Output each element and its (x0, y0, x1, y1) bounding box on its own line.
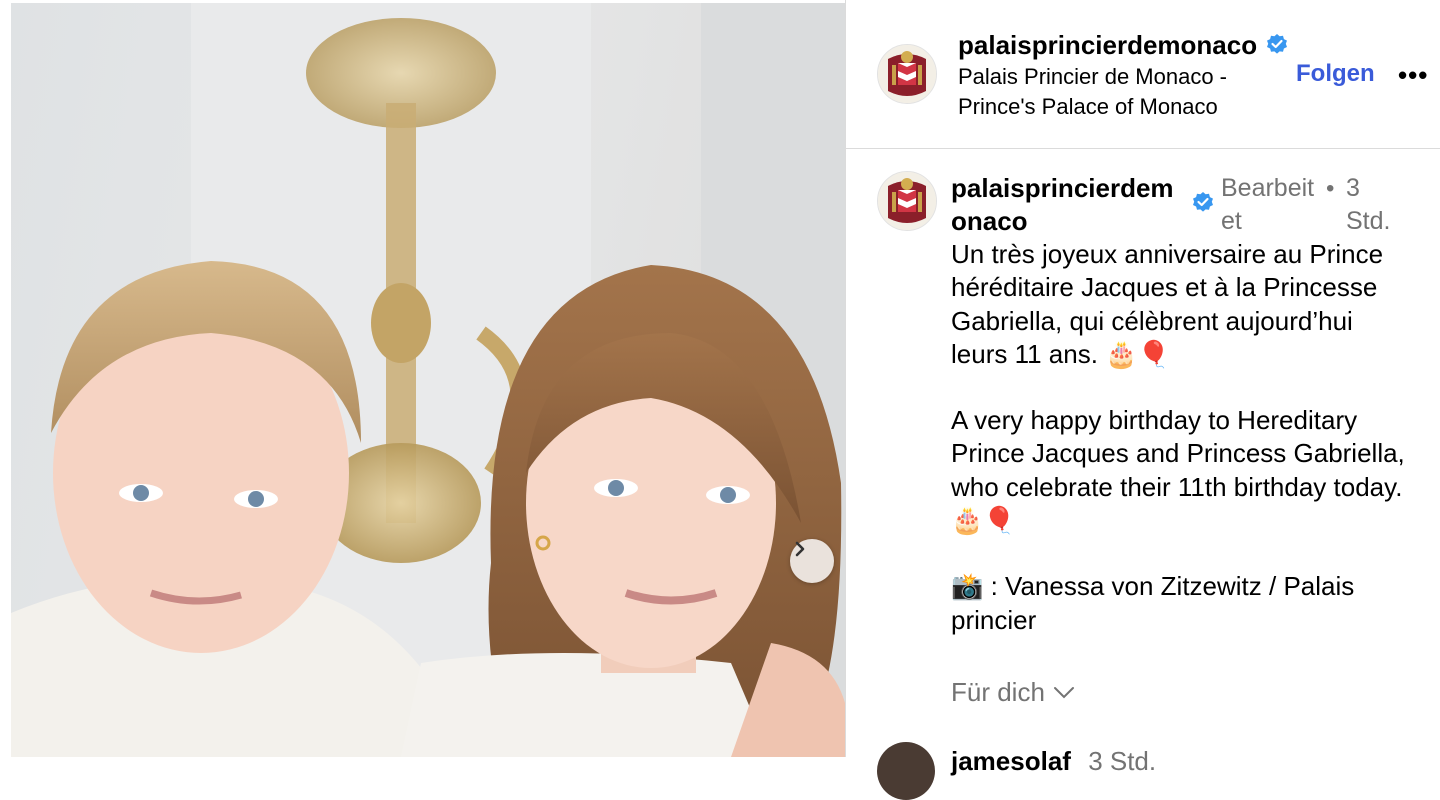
more-options-button[interactable]: ••• (1398, 60, 1428, 91)
commenter-avatar[interactable] (877, 742, 935, 800)
meta-separator: • (1326, 175, 1335, 202)
post-author[interactable]: palaisprincierdemonaco (958, 30, 1289, 60)
caption-text: Un très joyeux anniversaire au Prince hé… (951, 238, 1411, 637)
verified-badge-icon (1267, 34, 1288, 54)
chevron-down-icon (1053, 686, 1074, 698)
chevron-right-icon (795, 541, 805, 557)
follow-button[interactable]: Folgen (1296, 60, 1375, 88)
post-photo[interactable] (11, 3, 845, 757)
post-header: palaisprincierdemonaco Palais Princier d… (846, 0, 1440, 149)
for-you-toggle[interactable]: Für dich (951, 677, 1075, 708)
commenter-username-text: jamesolaf (951, 746, 1071, 776)
coat-of-arms-icon (878, 45, 936, 103)
commenter-username[interactable]: jamesolaf 3 Std. (951, 746, 1156, 777)
post-side-panel: palaisprincierdemonaco Palais Princier d… (845, 0, 1440, 800)
caption-english: A very happy birthday to Hereditary Prin… (951, 405, 1405, 536)
verified-badge-icon (1193, 192, 1213, 212)
caption-avatar[interactable] (877, 171, 937, 231)
post-time[interactable]: 3 Std. (1346, 172, 1406, 238)
username-link[interactable]: palaisprincierdemonaco (958, 30, 1257, 60)
caption-french: Un très joyeux anniversaire au Prince hé… (951, 239, 1384, 369)
photo-illustration (11, 3, 845, 757)
for-you-label: Für dich (951, 677, 1045, 707)
display-name: Palais Princier de Monaco - Prince's Pal… (958, 64, 1228, 119)
caption-photo-credit: 📸 : Vanessa von Zitzewitz / Palais princ… (951, 571, 1355, 635)
left-frame (0, 0, 11, 757)
avatar[interactable] (877, 44, 937, 104)
next-photo-button[interactable] (790, 539, 834, 583)
edited-label: Bearbeitet (1221, 174, 1315, 235)
caption-username-link[interactable]: palaisprincierdemonaco (951, 172, 1186, 238)
coat-of-arms-icon (878, 172, 936, 230)
comment-time: 3 Std. (1088, 746, 1157, 776)
